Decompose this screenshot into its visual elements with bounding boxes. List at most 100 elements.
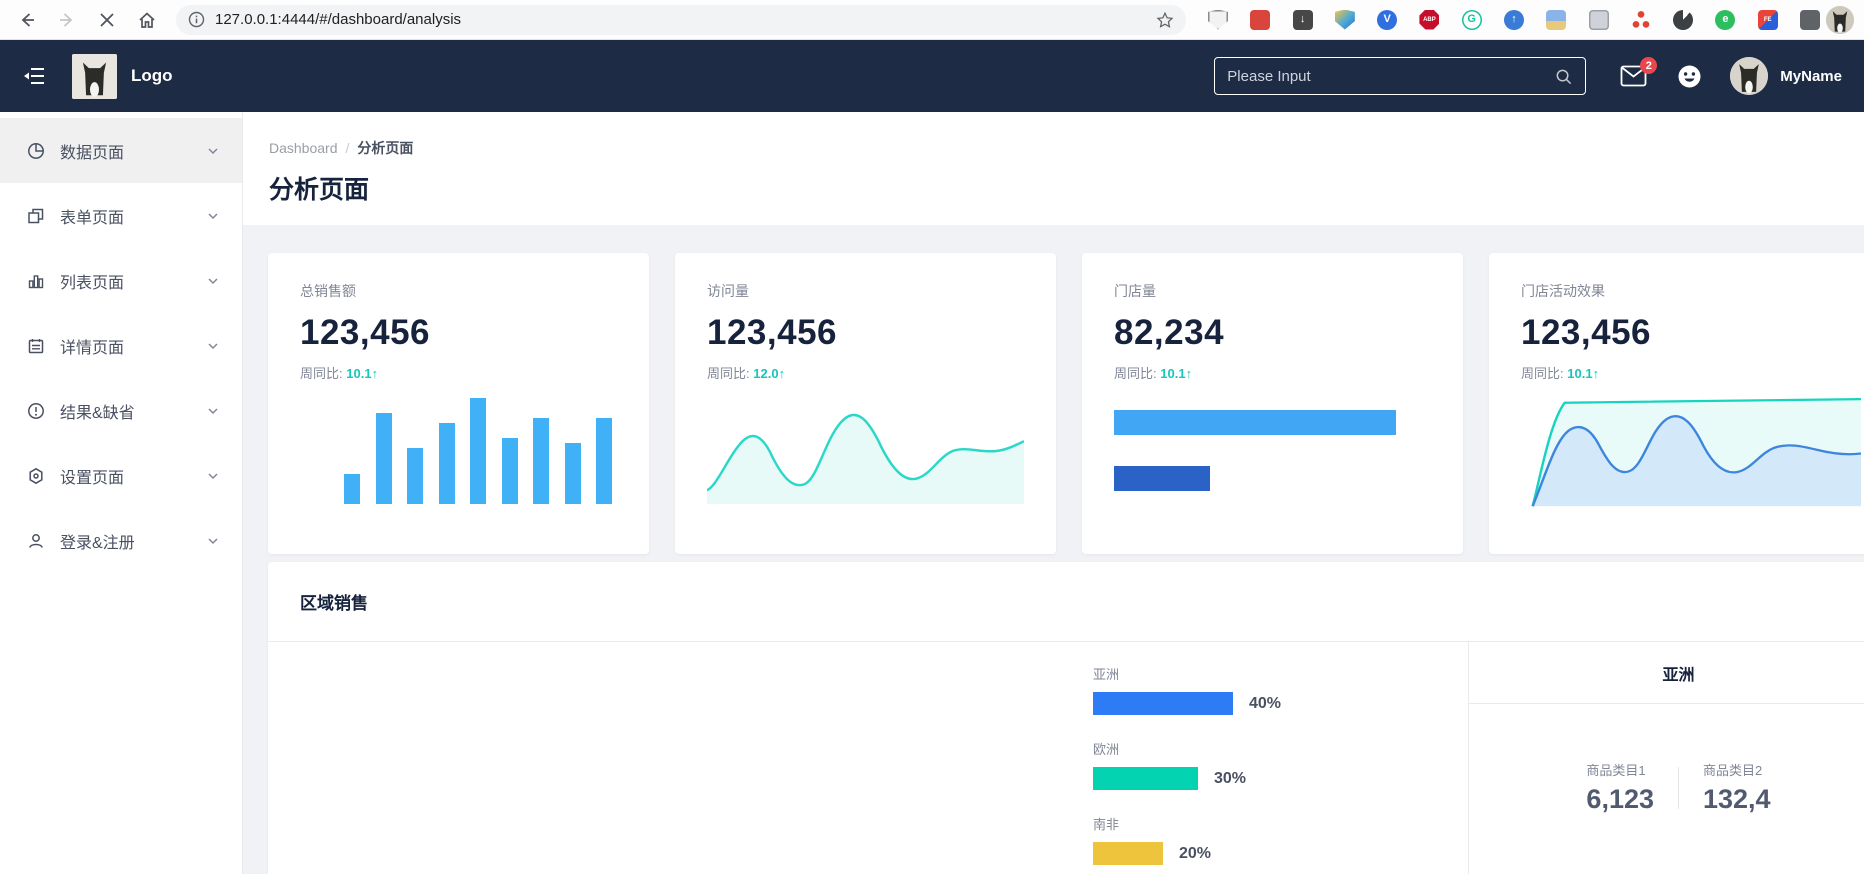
detail-stat-label: 商品类目1 — [1586, 760, 1654, 779]
bar — [344, 474, 360, 504]
legend-percent: 20% — [1179, 845, 1211, 863]
extensions-row: ↓ V ABP G ↑ e FE — [1208, 10, 1820, 30]
ext-web-clipper-icon[interactable] — [1589, 10, 1609, 30]
sidebar-item-list-pages[interactable]: 列表页面 — [0, 248, 242, 313]
stat-value: 123,456 — [300, 313, 617, 353]
browser-profile-avatar[interactable] — [1826, 6, 1854, 34]
hbar-top — [1114, 410, 1396, 435]
stat-value: 123,456 — [1521, 313, 1838, 353]
legend-item-asia[interactable]: 亚洲 40% — [1093, 664, 1373, 715]
stat-title: 总销售额 — [300, 281, 617, 301]
stat-card-activity-effect: 门店活动效果 123,456 周同比: 10.1↑ — [1489, 253, 1864, 554]
region-sales-card: 区域销售 亚洲 40% — [268, 562, 1864, 874]
ext-fe-helper-icon[interactable]: FE — [1758, 10, 1778, 30]
person-icon — [26, 531, 46, 551]
site-info-icon[interactable] — [188, 11, 205, 28]
ext-vimium-icon[interactable]: V — [1377, 10, 1397, 30]
app-logo-text: Logo — [131, 66, 173, 86]
breadcrumb-separator: / — [346, 140, 350, 156]
hbar-bottom — [1114, 466, 1210, 491]
url-text[interactable]: 127.0.0.1:4444/#/dashboard/analysis — [215, 11, 1146, 28]
address-bar[interactable]: 127.0.0.1:4444/#/dashboard/analysis — [176, 5, 1186, 35]
bar — [565, 443, 581, 504]
stat-title: 访问量 — [707, 281, 1024, 301]
browser-toolbar: 127.0.0.1:4444/#/dashboard/analysis ↓ V AB… — [0, 0, 1864, 40]
legend-percent: 40% — [1249, 695, 1281, 713]
sidebar-item-login-pages[interactable]: 登录&注册 — [0, 508, 242, 573]
legend-label: 欧洲 — [1093, 739, 1373, 758]
sidebar-item-label: 数据页面 — [60, 139, 206, 163]
stat-value: 123,456 — [707, 313, 1024, 353]
sidebar-item-label: 登录&注册 — [60, 529, 206, 553]
sidebar-item-settings-pages[interactable]: 设置页面 — [0, 443, 242, 508]
browser-back-icon[interactable] — [10, 5, 44, 35]
info-circle-icon — [26, 401, 46, 421]
legend-item-south-africa[interactable]: 南非 20% — [1093, 814, 1373, 865]
chevron-down-icon — [206, 469, 220, 483]
ext-puzzle-icon[interactable] — [1800, 10, 1820, 30]
search-icon[interactable] — [1554, 67, 1573, 86]
ext-dark-globe-icon[interactable] — [1673, 10, 1693, 30]
ext-share-dots-icon[interactable] — [1631, 10, 1651, 30]
sidebar-item-label: 列表页面 — [60, 269, 206, 293]
sidebar-item-label: 设置页面 — [60, 464, 206, 488]
bar-chart-icon — [26, 271, 46, 291]
username-label[interactable]: MyName — [1780, 68, 1842, 85]
detail-stat-value: 132,4 — [1703, 784, 1771, 815]
chevron-down-icon — [206, 144, 220, 158]
sidebar-item-detail-pages[interactable]: 详情页面 — [0, 313, 242, 378]
sidebar-item-data-pages[interactable]: 数据页面 — [0, 118, 242, 183]
document-icon — [26, 336, 46, 356]
stat-ratio: 周同比: 10.1↑ — [1521, 363, 1838, 382]
sidebar-item-label: 详情页面 — [60, 334, 206, 358]
emoji-button[interactable] — [1677, 64, 1702, 89]
browser-forward-icon[interactable] — [50, 5, 84, 35]
bar — [533, 418, 549, 504]
detail-stat-category1: 商品类目1 6,123 — [1562, 760, 1678, 815]
breadcrumb: Dashboard / 分析页面 — [269, 138, 1864, 158]
stats-row: 总销售额 123,456 周同比: 10.1↑ 访问量 123,456 周同比:… — [268, 253, 1864, 554]
sidebar-item-result-pages[interactable]: 结果&缺省 — [0, 378, 242, 443]
legend-item-europe[interactable]: 欧洲 30% — [1093, 739, 1373, 790]
stat-card-total-sales: 总销售额 123,456 周同比: 10.1↑ — [268, 253, 649, 554]
ext-download-icon[interactable]: ↓ — [1293, 10, 1313, 30]
bookmark-star-icon[interactable] — [1156, 11, 1174, 29]
stat-ratio: 周同比: 12.0↑ — [707, 363, 1024, 382]
sidebar-item-form-pages[interactable]: 表单页面 — [0, 183, 242, 248]
browser-home-icon[interactable] — [130, 5, 164, 35]
stat-card-shops: 门店量 82,234 周同比: 10.1↑ — [1082, 253, 1463, 554]
ext-upload-arrow-icon[interactable]: ↑ — [1504, 10, 1524, 30]
app-header: Logo 2 MyName — [0, 40, 1864, 112]
chevron-down-icon — [206, 209, 220, 223]
stat-ratio: 周同比: 10.1↑ — [1114, 363, 1431, 382]
chevron-down-icon — [206, 339, 220, 353]
global-search[interactable] — [1214, 57, 1586, 95]
region-detail-panel: 亚洲 商品类目1 6,123 商品类目2 132,4 — [1468, 642, 1864, 874]
sidebar-item-label: 表单页面 — [60, 204, 206, 228]
ext-privacy-shield-icon[interactable] — [1208, 10, 1228, 30]
ext-evernote-icon[interactable]: e — [1715, 10, 1735, 30]
gear-icon — [26, 466, 46, 486]
legend-percent: 30% — [1214, 770, 1246, 788]
chevron-down-icon — [206, 534, 220, 548]
stat-title: 门店活动效果 — [1521, 281, 1838, 301]
breadcrumb-root[interactable]: Dashboard — [269, 140, 338, 156]
region-map-chart: 亚洲 40% 欧洲 30% — [268, 642, 1468, 874]
messages-button[interactable]: 2 — [1620, 65, 1647, 87]
browser-stop-icon[interactable] — [90, 5, 124, 35]
ext-adblock-plus-icon[interactable]: ABP — [1419, 10, 1439, 30]
bar — [407, 448, 423, 504]
user-avatar[interactable] — [1730, 57, 1768, 95]
ext-proxy-icon[interactable] — [1250, 10, 1270, 30]
ext-honey-shield-icon[interactable] — [1335, 10, 1355, 30]
chevron-down-icon — [206, 274, 220, 288]
message-count-badge: 2 — [1640, 57, 1657, 74]
stat-ratio: 周同比: 10.1↑ — [300, 363, 617, 382]
trend-up-arrow: ↑ — [372, 366, 379, 381]
ext-photos-icon[interactable] — [1546, 10, 1566, 30]
ext-grammarly-icon[interactable]: G — [1462, 10, 1482, 30]
app-logo[interactable] — [72, 54, 117, 99]
sidebar-collapse-icon[interactable] — [22, 65, 46, 87]
bar — [502, 438, 518, 504]
search-input[interactable] — [1227, 68, 1554, 85]
